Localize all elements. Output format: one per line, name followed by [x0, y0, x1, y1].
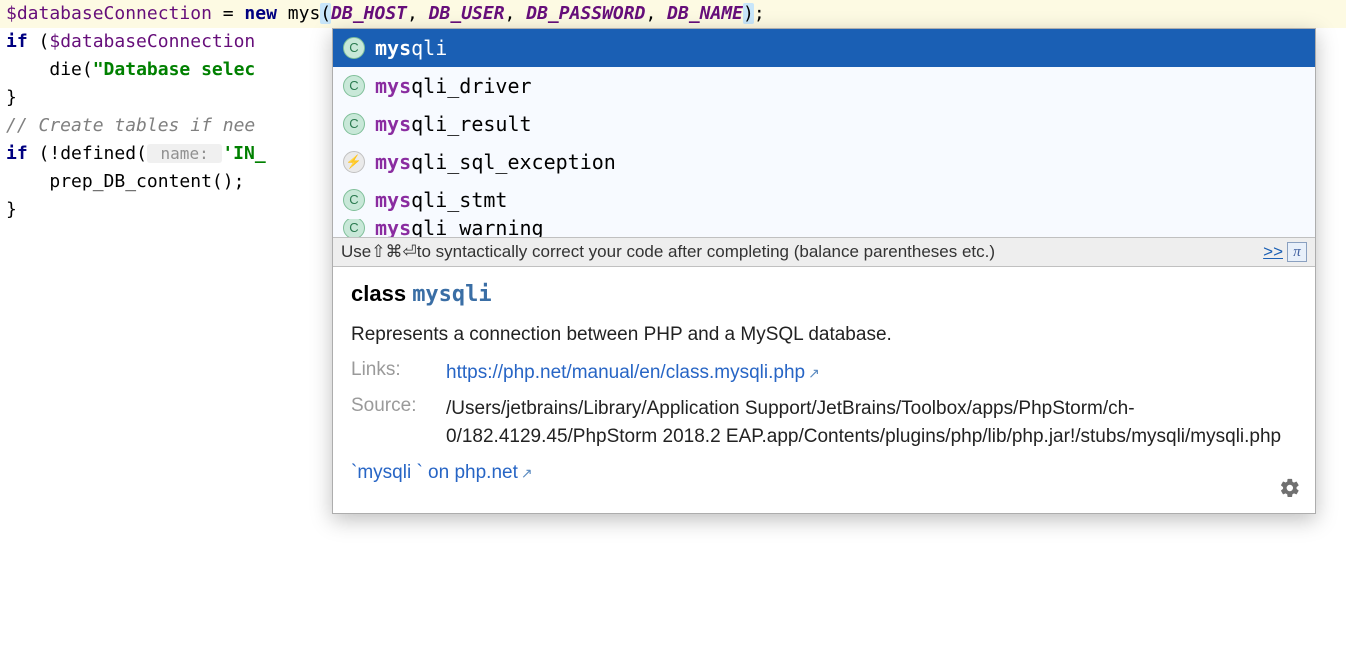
exception-icon: ⚡	[343, 151, 365, 173]
shortcut-keys: ⇧⌘⏎	[371, 242, 417, 262]
quick-doc-panel: class mysqli Represents a connection bet…	[333, 266, 1315, 513]
doc-phpnet-link[interactable]: `mysqli ` on php.net↗	[351, 462, 533, 483]
gear-icon[interactable]	[1279, 477, 1301, 499]
completion-item-mysqli_stmt[interactable]: Cmysqli_stmt	[333, 181, 1315, 219]
class-icon: C	[343, 189, 365, 211]
completion-item-mysqli_sql_exception[interactable]: ⚡mysqli_sql_exception	[333, 143, 1315, 181]
completion-list[interactable]: CmysqliCmysqli_driverCmysqli_result⚡mysq…	[333, 29, 1315, 237]
doc-description: Represents a connection between PHP and …	[351, 321, 1297, 349]
pi-icon[interactable]: π	[1287, 242, 1307, 262]
class-icon: C	[343, 37, 365, 59]
doc-links-label: Links:	[351, 359, 446, 387]
completion-popup: CmysqliCmysqli_driverCmysqli_result⚡mysq…	[332, 28, 1316, 514]
variable: $databaseConnection	[6, 3, 212, 24]
completion-item-mysqli_warning[interactable]: Cmysqli_warning	[333, 219, 1315, 237]
class-icon: C	[343, 75, 365, 97]
code-line-1[interactable]: $databaseConnection = new mys(DB_HOST, D…	[0, 0, 1346, 28]
external-link-icon: ↗	[808, 365, 820, 381]
doc-source-path: /Users/jetbrains/Library/Application Sup…	[446, 395, 1297, 451]
completion-item-mysqli[interactable]: Cmysqli	[333, 29, 1315, 67]
keyword-new: new	[244, 3, 277, 24]
doc-source-label: Source:	[351, 395, 446, 451]
paren-open: (	[320, 3, 331, 24]
param-hint: name:	[147, 144, 222, 163]
doc-title: class mysqli	[351, 281, 1297, 307]
paren-close: )	[743, 3, 754, 24]
completion-hint-bar: Use ⇧⌘⏎ to syntactically correct your co…	[333, 237, 1315, 266]
class-icon: C	[343, 113, 365, 135]
hint-more-link[interactable]: >>	[1263, 242, 1283, 262]
class-icon: C	[343, 219, 365, 237]
completion-item-mysqli_result[interactable]: Cmysqli_result	[333, 105, 1315, 143]
doc-manual-link[interactable]: https://php.net/manual/en/class.mysqli.p…	[446, 362, 820, 383]
completion-item-mysqli_driver[interactable]: Cmysqli_driver	[333, 67, 1315, 105]
external-link-icon: ↗	[521, 465, 533, 481]
